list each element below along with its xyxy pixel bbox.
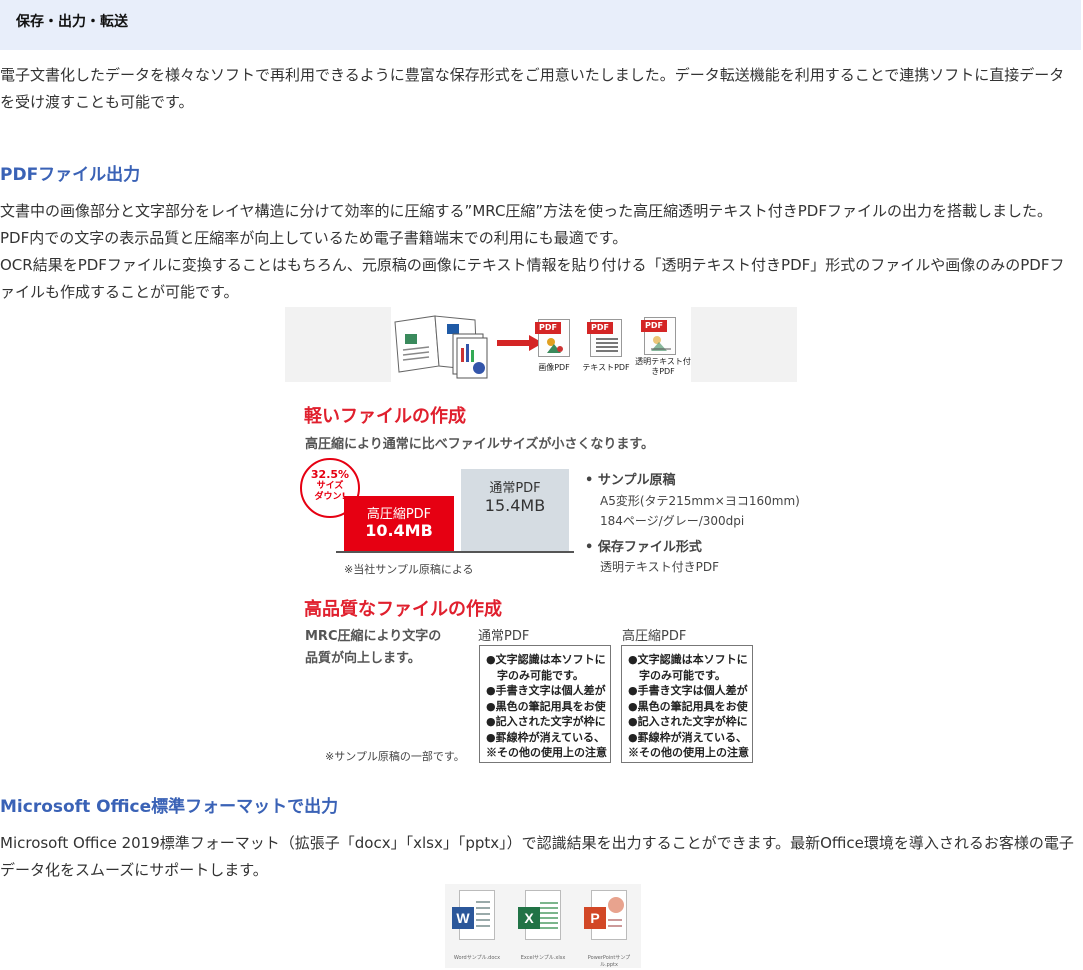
intro-paragraph: 電子文書化したデータを様々なソフトで再利用できるように豊富な保存形式をご用意いた… — [0, 66, 1065, 111]
normal-pdf-bar: 通常PDF 15.4MB — [461, 469, 569, 551]
quality-desc-line2: 品質が向上します。 — [305, 651, 421, 666]
text-pdf-label: テキストPDF — [582, 363, 630, 372]
word-icon: W — [452, 890, 495, 940]
compressed-pdf-column-title: 高圧縮PDF — [622, 629, 687, 644]
office-format-icons: W Wordサンプル.docx X Excelサンプル.xlsx P Power… — [445, 884, 641, 968]
section-title: 保存・出力・転送 — [16, 14, 128, 30]
transparent-text-pdf-icon: PDF — [641, 317, 676, 355]
light-file-heading: 軽いファイルの作成 — [304, 406, 466, 427]
scanned-document-icon — [394, 315, 488, 379]
normal-pdf-column-title: 通常PDF — [478, 629, 530, 644]
normal-pdf-sample: ●文字認識は本ソフトに 字のみ可能です。 ●手書き文字は個人差が ●黒色の筆記用… — [479, 645, 611, 763]
pdf-paragraph-2: OCR結果をPDFファイルに変換することはもちろん、元原稿の画像にテキスト情報を… — [0, 256, 1065, 301]
office-paragraph: Microsoft Office 2019標準フォーマット（拡張子「docx」「… — [0, 834, 1074, 879]
spec-sample-pages: 184ページ/グレー/300dpi — [600, 514, 745, 528]
chart-baseline — [336, 551, 574, 553]
pdf-output-illustration: PDF 画像PDF PDF テキストPDF PDF 透明テキスト付きPDF — [285, 307, 797, 382]
powerpoint-caption: PowerPointサンプル.pptx — [587, 955, 631, 968]
text-pdf-icon: PDF — [587, 319, 622, 357]
spec-sample-title: • サンプル原稿 — [585, 473, 676, 488]
pdf-section-heading: PDFファイル出力 — [0, 165, 141, 185]
quality-desc-line1: MRC圧縮により文字の — [305, 629, 442, 644]
excel-caption: Excelサンプル.xlsx — [520, 955, 566, 961]
spec-format-title: • 保存ファイル形式 — [585, 540, 702, 555]
image-pdf-icon: PDF — [535, 319, 570, 357]
section-header: 保存・出力・転送 — [0, 0, 1081, 50]
sample-partial-note: ※サンプル原稿の一部です。 — [325, 750, 465, 763]
high-quality-heading: 高品質なファイルの作成 — [304, 599, 502, 620]
compressed-pdf-bar: 高圧縮PDF 10.4MB — [344, 496, 454, 551]
transparent-text-pdf-label: 透明テキスト付きPDF — [635, 357, 691, 376]
sample-source-note: ※当社サンプル原稿による — [344, 563, 474, 576]
image-pdf-label: 画像PDF — [538, 363, 570, 372]
light-file-subtitle: 高圧縮により通常に比べファイルサイズが小さくなります。 — [305, 437, 655, 452]
compressed-pdf-sample: ●文字認識は本ソフトに 字のみ可能です。 ●手書き文字は個人差が ●黒色の筆記用… — [621, 645, 753, 763]
pdf-paragraph-1: 文書中の画像部分と文字部分をレイヤ構造に分けて効率的に圧縮する”MRC圧縮”方法… — [0, 202, 1052, 247]
spec-sample-size: A5変形(タテ215mm×ヨコ160mm) — [600, 494, 800, 508]
arrow-right-icon — [497, 335, 543, 351]
excel-icon: X — [518, 890, 561, 940]
office-section-heading: Microsoft Office標準フォーマットで出力 — [0, 797, 339, 817]
word-caption: Wordサンプル.docx — [453, 955, 501, 961]
spec-format-value: 透明テキスト付きPDF — [600, 560, 720, 574]
powerpoint-icon: P — [584, 890, 627, 940]
